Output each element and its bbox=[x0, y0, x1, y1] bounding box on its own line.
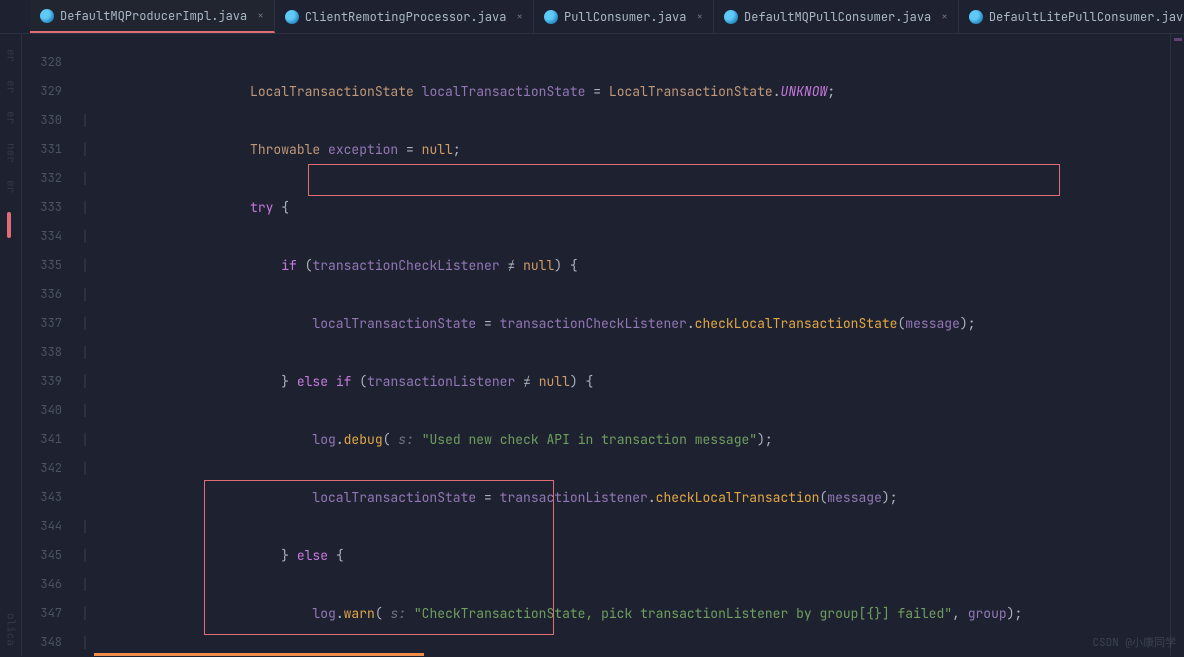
tool-tab[interactable]: er bbox=[4, 111, 18, 124]
code-editor[interactable]: LocalTransactionState localTransactionSt… bbox=[94, 34, 1184, 656]
tool-tab[interactable]: er bbox=[4, 49, 18, 62]
error-stripe[interactable] bbox=[1170, 34, 1184, 656]
watermark-text: CSDN @小康同学 bbox=[1092, 634, 1176, 650]
tab-label: PullConsumer.java bbox=[564, 9, 686, 25]
editor-area: er er er ner er olica 328 329 330 331 33… bbox=[0, 34, 1184, 656]
tool-tab[interactable]: er bbox=[4, 180, 18, 193]
line-number: 330 bbox=[22, 106, 62, 135]
line-number: 332 bbox=[22, 164, 62, 193]
line-number: 341 bbox=[22, 425, 62, 454]
close-icon[interactable]: × bbox=[692, 10, 703, 24]
line-number: 346 bbox=[22, 570, 62, 599]
tool-tab[interactable]: ner bbox=[4, 143, 18, 163]
java-icon bbox=[285, 10, 299, 24]
line-number: 334 bbox=[22, 222, 62, 251]
tool-tab[interactable]: olica bbox=[4, 613, 18, 646]
editor-tab-bar: DefaultMQProducerImpl.java × ClientRemot… bbox=[0, 0, 1184, 34]
java-icon bbox=[40, 9, 54, 23]
line-number: 328 bbox=[22, 48, 62, 77]
line-number: 333 bbox=[22, 193, 62, 222]
line-number: 331 bbox=[22, 135, 62, 164]
close-icon[interactable]: × bbox=[253, 9, 264, 23]
java-icon bbox=[544, 10, 558, 24]
line-number-gutter: 328 329 330 331 332 333 334 335 336 337 … bbox=[22, 34, 76, 656]
line-number: 336 bbox=[22, 280, 62, 309]
java-icon bbox=[969, 10, 983, 24]
line-number: 348 bbox=[22, 628, 62, 657]
close-icon[interactable]: × bbox=[512, 10, 523, 24]
line-number: 339 bbox=[22, 367, 62, 396]
line-number: 337 bbox=[22, 309, 62, 338]
line-number: 344 bbox=[22, 512, 62, 541]
line-number: 345 bbox=[22, 541, 62, 570]
highlight-box-1 bbox=[308, 164, 1060, 196]
tool-window-strip: er er er ner er olica bbox=[0, 34, 22, 656]
line-number: 343 bbox=[22, 483, 62, 512]
tool-marker bbox=[7, 212, 11, 238]
tab-label: DefaultMQPullConsumer.java bbox=[744, 9, 931, 25]
close-icon[interactable]: × bbox=[937, 10, 948, 24]
tab-default-lite-pull-consumer[interactable]: DefaultLitePullConsumer.java × bbox=[959, 0, 1184, 33]
java-icon bbox=[724, 10, 738, 24]
tab-label: DefaultLitePullConsumer.java bbox=[989, 9, 1184, 25]
line-number: 340 bbox=[22, 396, 62, 425]
line-number: 342 bbox=[22, 454, 62, 483]
tab-label: ClientRemotingProcessor.java bbox=[305, 9, 507, 25]
tab-pull-consumer[interactable]: PullConsumer.java × bbox=[534, 0, 714, 33]
line-number: 338 bbox=[22, 338, 62, 367]
line-number: 335 bbox=[22, 251, 62, 280]
tab-default-mq-producer-impl[interactable]: DefaultMQProducerImpl.java × bbox=[30, 0, 275, 33]
line-number: 347 bbox=[22, 599, 62, 628]
line-number: 329 bbox=[22, 77, 62, 106]
fold-gutter: │││││││││││││ │││││ bbox=[76, 34, 94, 656]
tab-label: DefaultMQProducerImpl.java bbox=[60, 8, 247, 24]
tab-default-mq-pull-consumer[interactable]: DefaultMQPullConsumer.java × bbox=[714, 0, 959, 33]
tab-client-remoting-processor[interactable]: ClientRemotingProcessor.java × bbox=[275, 0, 534, 33]
tool-tab[interactable]: er bbox=[4, 80, 18, 93]
